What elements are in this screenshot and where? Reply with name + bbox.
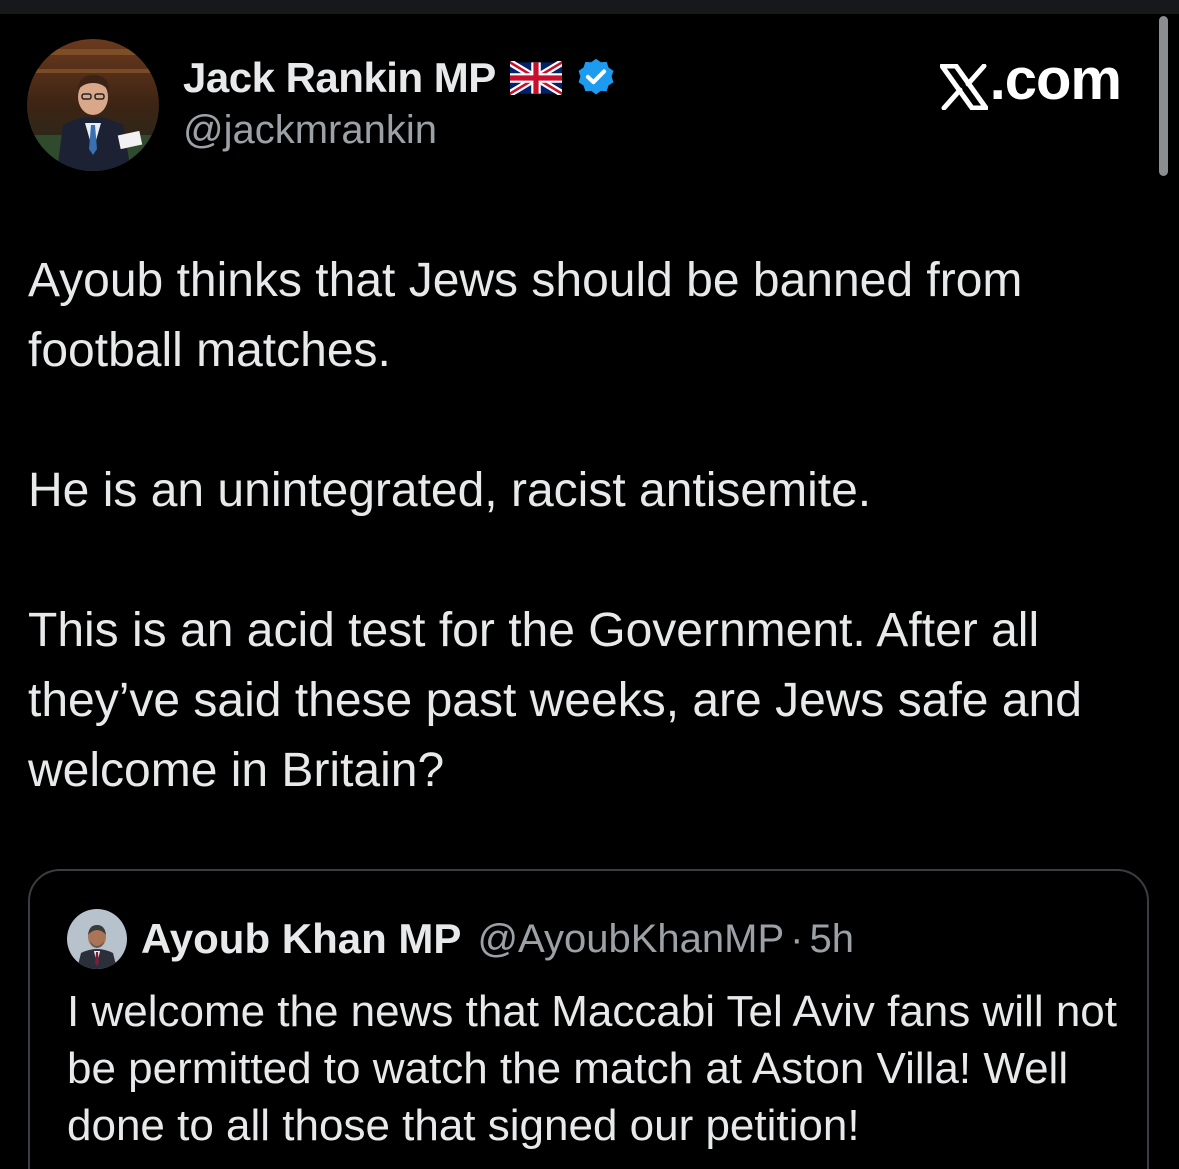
uk-flag-icon: [508, 59, 564, 97]
tweet-body: Ayoub thinks that Jews should be banned …: [28, 246, 1148, 806]
verified-badge-icon[interactable]: [574, 56, 618, 100]
quoted-tweet-text: I welcome the news that Maccabi Tel Aviv…: [67, 987, 1117, 1150]
tweet-paragraph: He is an unintegrated, racist antisemite…: [28, 464, 872, 517]
author-handle[interactable]: @jackmrankin: [183, 108, 437, 153]
tweet-screenshot: Jack Rankin MP @jackmrankin .com Ayoub t…: [0, 0, 1179, 1169]
quoted-author-handle[interactable]: @AyoubKhanMP: [477, 917, 784, 962]
separator-dot: ·: [790, 916, 804, 961]
top-strip: [0, 0, 1179, 14]
tweet-paragraph: This is an acid test for the Government.…: [28, 604, 1082, 797]
author-display-name[interactable]: Jack Rankin MP: [183, 54, 496, 102]
scrollbar[interactable]: [1159, 16, 1168, 176]
quoted-tweet-timestamp[interactable]: 5h: [809, 917, 854, 962]
x-logo-icon: [939, 57, 989, 110]
brand-domain-text: .com: [989, 47, 1122, 112]
quoted-author-avatar[interactable]: [67, 909, 127, 969]
brand-watermark: .com: [939, 46, 1122, 113]
tweet-paragraph: Ayoub thinks that Jews should be banned …: [28, 254, 1023, 377]
quoted-tweet-card[interactable]: Ayoub Khan MP @AyoubKhanMP · 5h I welcom…: [28, 869, 1149, 1169]
quoted-tweet-header: Ayoub Khan MP @AyoubKhanMP · 5h: [67, 907, 854, 971]
author-name-row: Jack Rankin MP: [183, 52, 618, 104]
author-avatar[interactable]: [27, 39, 159, 171]
quoted-author-name[interactable]: Ayoub Khan MP: [141, 915, 461, 963]
